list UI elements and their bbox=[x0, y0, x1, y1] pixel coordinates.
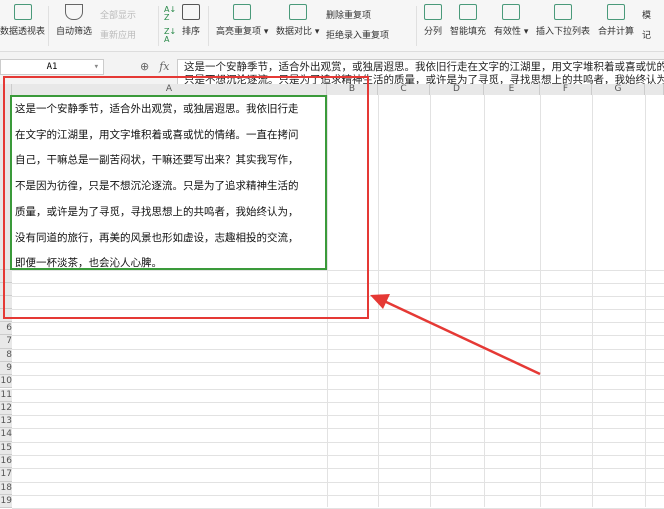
arrow-shaft bbox=[383, 299, 541, 376]
annotation-arrow bbox=[370, 294, 541, 376]
